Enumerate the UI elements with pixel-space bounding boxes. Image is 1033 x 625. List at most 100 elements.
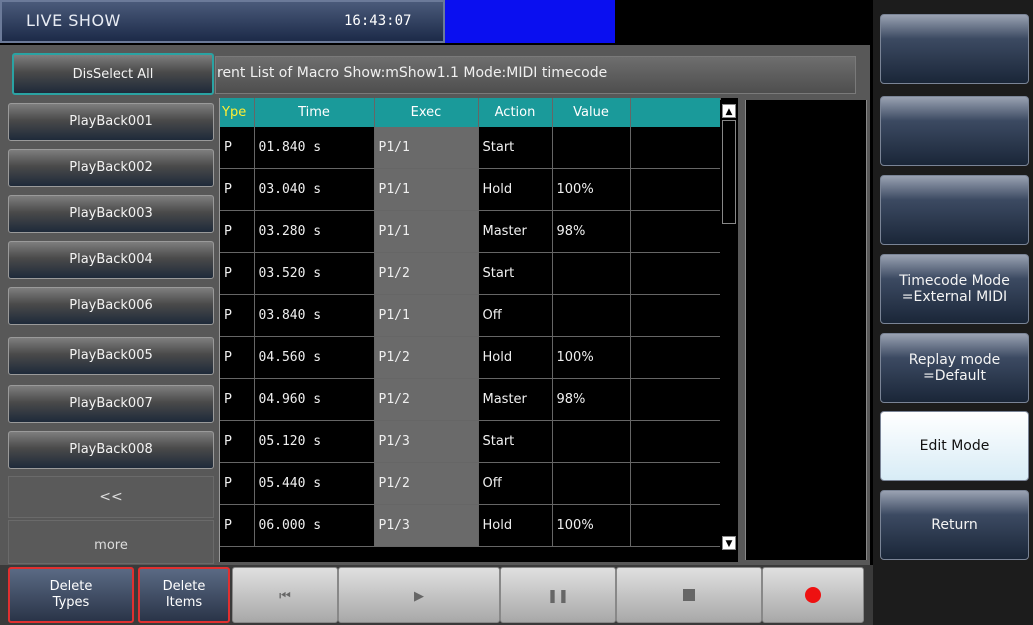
cell-time[interactable]: 06.000 s [254, 504, 375, 547]
cell-time[interactable]: 03.280 s [254, 210, 375, 253]
cell-value[interactable] [552, 294, 631, 337]
table-row[interactable]: P 05.120 s P1/3 Start [220, 420, 721, 463]
column-header-value[interactable]: Value [552, 98, 631, 127]
cell-exec[interactable]: P1/3 [374, 504, 479, 547]
table-row[interactable]: P 03.040 s P1/1 Hold 100% [220, 168, 721, 211]
playback-button[interactable]: PlayBack008 [8, 431, 214, 469]
playback-button[interactable]: PlayBack002 [8, 149, 214, 187]
cell-value[interactable]: 100% [552, 336, 631, 379]
cell-empty[interactable] [630, 294, 721, 337]
cell-value[interactable] [552, 462, 631, 505]
cell-empty[interactable] [630, 378, 721, 421]
cell-value[interactable] [552, 127, 631, 169]
cell-value[interactable] [552, 420, 631, 463]
cell-type[interactable]: P [220, 504, 255, 547]
cell-type[interactable]: P [220, 462, 255, 505]
cell-time[interactable]: 03.520 s [254, 252, 375, 295]
table-row[interactable]: P 03.520 s P1/2 Start [220, 252, 721, 295]
cell-action[interactable]: Master [478, 210, 553, 253]
cell-exec[interactable]: P1/1 [374, 168, 479, 211]
deselect-all-button[interactable]: DisSelect All [12, 53, 214, 95]
cell-time[interactable]: 01.840 s [254, 127, 375, 169]
cell-empty[interactable] [630, 462, 721, 505]
cell-type[interactable]: P [220, 252, 255, 295]
cell-time[interactable]: 03.840 s [254, 294, 375, 337]
column-header-type[interactable]: Ype [220, 98, 255, 127]
table-row[interactable]: P 04.960 s P1/2 Master 98% [220, 378, 721, 421]
cell-exec[interactable]: P1/2 [374, 336, 479, 379]
cell-exec[interactable]: P1/3 [374, 420, 479, 463]
cell-type[interactable]: P [220, 294, 255, 337]
cell-action[interactable]: Hold [478, 168, 553, 211]
cell-action[interactable]: Start [478, 420, 553, 463]
scroll-down-icon[interactable]: ▼ [722, 536, 736, 550]
return-button[interactable]: Return [880, 490, 1029, 560]
edit-mode-button[interactable]: Edit Mode [880, 411, 1029, 481]
column-header-exec[interactable]: Exec [374, 98, 479, 127]
table-row[interactable]: P 05.440 s P1/2 Off [220, 462, 721, 505]
cell-type[interactable]: P [220, 168, 255, 211]
scroll-thumb[interactable] [722, 120, 736, 224]
cell-value[interactable]: 98% [552, 378, 631, 421]
cell-exec[interactable]: P1/2 [374, 378, 479, 421]
cell-value[interactable] [552, 252, 631, 295]
timecode-mode-button[interactable]: Timecode Mode =External MIDI [880, 254, 1029, 324]
playback-button[interactable]: PlayBack003 [8, 195, 214, 233]
cell-time[interactable]: 03.040 s [254, 168, 375, 211]
cell-action[interactable]: Off [478, 294, 553, 337]
replay-mode-button[interactable]: Replay mode =Default [880, 333, 1029, 403]
record-button[interactable] [762, 567, 864, 623]
cell-exec[interactable]: P1/2 [374, 462, 479, 505]
table-row[interactable]: P 04.560 s P1/2 Hold 100% [220, 336, 721, 379]
more-button[interactable]: more [8, 520, 214, 564]
cell-type[interactable]: P [220, 210, 255, 253]
playback-button[interactable]: PlayBack001 [8, 103, 214, 141]
scroll-up-icon[interactable]: ▲ [722, 104, 736, 118]
cell-empty[interactable] [630, 127, 721, 169]
stop-button[interactable] [616, 567, 762, 623]
cell-exec[interactable]: P1/1 [374, 127, 479, 169]
cell-empty[interactable] [630, 504, 721, 547]
cell-time[interactable]: 04.560 s [254, 336, 375, 379]
table-row[interactable]: P 03.840 s P1/1 Off [220, 294, 721, 337]
play-button[interactable]: ▶ [338, 567, 500, 623]
cell-empty[interactable] [630, 420, 721, 463]
delete-types-button[interactable]: Delete Types [8, 567, 134, 623]
function-button-2[interactable] [880, 96, 1029, 166]
cell-action[interactable]: Hold [478, 336, 553, 379]
cell-action[interactable]: Start [478, 127, 553, 169]
playback-button[interactable]: PlayBack006 [8, 287, 214, 325]
playback-button[interactable]: PlayBack007 [8, 385, 214, 423]
cell-action[interactable]: Off [478, 462, 553, 505]
function-button-3[interactable] [880, 175, 1029, 245]
playback-button[interactable]: PlayBack004 [8, 241, 214, 279]
cell-exec[interactable]: P1/1 [374, 210, 479, 253]
cell-value[interactable]: 100% [552, 168, 631, 211]
cell-exec[interactable]: P1/1 [374, 294, 479, 337]
table-row[interactable]: P 03.280 s P1/1 Master 98% [220, 210, 721, 253]
cell-exec[interactable]: P1/2 [374, 252, 479, 295]
cell-action[interactable]: Master [478, 378, 553, 421]
cell-empty[interactable] [630, 336, 721, 379]
cell-empty[interactable] [630, 168, 721, 211]
cell-value[interactable]: 98% [552, 210, 631, 253]
table-row[interactable]: P 01.840 s P1/1 Start [220, 127, 721, 169]
cell-value[interactable]: 100% [552, 504, 631, 547]
cell-action[interactable]: Start [478, 252, 553, 295]
table-row[interactable]: P 06.000 s P1/3 Hold 100% [220, 504, 721, 547]
column-header-time[interactable]: Time [254, 98, 375, 127]
table-scrollbar[interactable]: ▲ ▼ [720, 100, 738, 560]
cell-time[interactable]: 05.440 s [254, 462, 375, 505]
skip-back-button[interactable]: ⏮ [232, 567, 338, 623]
cell-time[interactable]: 04.960 s [254, 378, 375, 421]
playback-button[interactable]: PlayBack005 [8, 337, 214, 375]
cell-empty[interactable] [630, 210, 721, 253]
cell-action[interactable]: Hold [478, 504, 553, 547]
cell-time[interactable]: 05.120 s [254, 420, 375, 463]
cell-empty[interactable] [630, 252, 721, 295]
cell-type[interactable]: P [220, 378, 255, 421]
function-button-1[interactable] [880, 14, 1029, 84]
pause-button[interactable]: ❚❚ [500, 567, 616, 623]
previous-page-button[interactable]: << [8, 476, 214, 518]
column-header-action[interactable]: Action [478, 98, 553, 127]
